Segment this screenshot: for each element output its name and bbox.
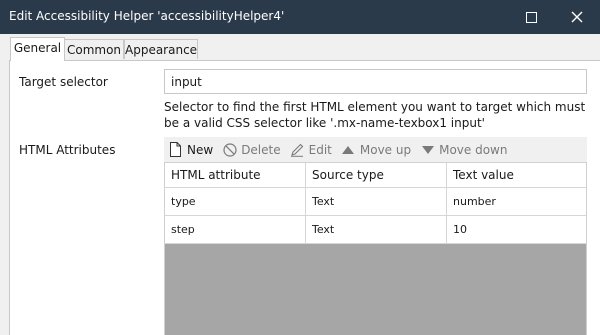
cell-html-attribute: type (165, 188, 306, 215)
delete-icon (222, 142, 237, 157)
delete-button[interactable]: Delete (222, 142, 281, 157)
new-button[interactable]: New (168, 142, 213, 157)
target-selector-label: Target selector (19, 75, 108, 89)
close-icon (571, 11, 583, 23)
table-row[interactable]: step Text 10 (165, 216, 586, 244)
edit-button[interactable]: Edit (290, 142, 332, 157)
new-label: New (187, 142, 214, 157)
tab-appearance[interactable]: Appearance (124, 39, 198, 60)
pencil-icon (290, 142, 305, 157)
tab-general[interactable]: General (10, 37, 65, 61)
delete-label: Delete (241, 142, 281, 157)
tab-common[interactable]: Common (64, 39, 124, 60)
column-header-text-value[interactable]: Text value (447, 163, 586, 187)
html-attributes-label: HTML Attributes (19, 143, 116, 157)
cell-source-type: Text (306, 188, 447, 215)
edit-label: Edit (308, 142, 332, 157)
move-down-button[interactable]: Move down (420, 142, 507, 157)
cell-html-attribute: step (165, 216, 306, 243)
column-header-html-attribute[interactable]: HTML attribute (165, 163, 306, 187)
general-panel: Target selector Selector to find the fir… (9, 60, 600, 335)
dialog-content: Target selector Selector to find the fir… (0, 59, 600, 335)
move-up-button[interactable]: Move up (341, 142, 411, 157)
attributes-toolbar: New Delete Edit Move up Move down (164, 137, 587, 162)
grid-header-row: HTML attribute Source type Text value (165, 163, 586, 188)
close-button[interactable] (554, 0, 600, 34)
title-bar: Edit Accessibility Helper 'accessibility… (0, 0, 600, 34)
target-selector-input[interactable] (164, 69, 587, 94)
column-header-source-type[interactable]: Source type (306, 163, 447, 187)
maximize-button[interactable] (508, 0, 554, 34)
arrow-up-icon (341, 142, 356, 157)
arrow-down-icon (420, 142, 435, 157)
new-document-icon (168, 142, 183, 157)
attributes-grid[interactable]: HTML attribute Source type Text value ty… (164, 162, 587, 335)
tab-bar: General Common Appearance (0, 34, 600, 61)
cell-text-value: number (453, 195, 496, 208)
table-row[interactable]: type Text number (165, 188, 586, 216)
cell-source-type: Text (306, 216, 447, 243)
move-up-label: Move up (359, 142, 412, 157)
move-down-label: Move down (439, 142, 508, 157)
window-title: Edit Accessibility Helper 'accessibility… (9, 9, 285, 23)
maximize-icon (525, 11, 537, 23)
target-selector-help: Selector to find the first HTML element … (164, 100, 586, 130)
cell-text-value: 10 (453, 223, 467, 236)
